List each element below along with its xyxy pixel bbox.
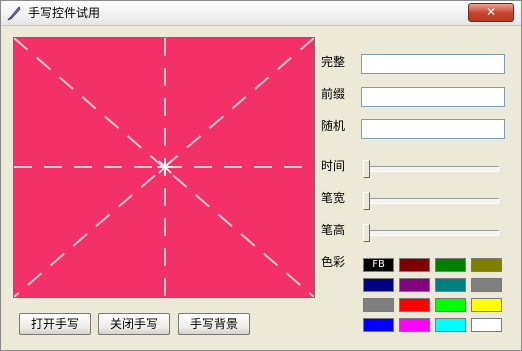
close-button[interactable]: ✕ bbox=[468, 3, 514, 22]
random-input[interactable] bbox=[361, 119, 505, 139]
time-label: 时间 bbox=[321, 159, 346, 173]
title-bar: 手写控件试用 ✕ bbox=[1, 1, 521, 26]
color-swatch[interactable] bbox=[471, 258, 502, 272]
handwriting-canvas[interactable] bbox=[13, 37, 315, 298]
window-title: 手写控件试用 bbox=[28, 6, 101, 20]
pen-height-label: 笔高 bbox=[321, 223, 346, 237]
color-swatch[interactable] bbox=[399, 278, 430, 292]
time-slider[interactable] bbox=[363, 160, 499, 178]
color-swatch[interactable] bbox=[435, 258, 466, 272]
selected-color-label: FB bbox=[372, 259, 385, 270]
close-handwriting-button[interactable]: 关闭手写 bbox=[98, 313, 170, 335]
pen-width-label: 笔宽 bbox=[321, 191, 346, 205]
close-icon: ✕ bbox=[485, 5, 497, 19]
complete-input[interactable] bbox=[361, 54, 505, 74]
color-swatch[interactable] bbox=[399, 258, 430, 272]
color-swatch[interactable] bbox=[471, 318, 502, 332]
prefix-input[interactable] bbox=[361, 87, 505, 107]
handwriting-background-button[interactable]: 手写背景 bbox=[178, 313, 250, 335]
color-swatch[interactable] bbox=[435, 318, 466, 332]
app-window: 手写控件试用 ✕ 完整 前缀 随机 时间 笔宽 笔高 色彩 FB 打开手写 关闭… bbox=[0, 0, 522, 351]
guide-lines bbox=[14, 38, 314, 297]
open-handwriting-button[interactable]: 打开手写 bbox=[19, 313, 91, 335]
slider-track bbox=[367, 166, 499, 172]
complete-label: 完整 bbox=[321, 55, 346, 69]
color-swatch[interactable] bbox=[363, 278, 394, 292]
color-swatch[interactable]: FB bbox=[363, 258, 394, 272]
slider-thumb[interactable] bbox=[363, 160, 370, 178]
prefix-label: 前缀 bbox=[321, 87, 346, 101]
slider-track bbox=[367, 198, 499, 204]
color-swatch[interactable] bbox=[363, 298, 394, 312]
feather-pen-icon bbox=[7, 6, 21, 21]
color-swatch[interactable] bbox=[471, 298, 502, 312]
color-swatch[interactable] bbox=[399, 318, 430, 332]
slider-thumb[interactable] bbox=[363, 192, 370, 210]
pen-width-slider[interactable] bbox=[363, 192, 499, 210]
color-label: 色彩 bbox=[321, 255, 346, 269]
slider-thumb[interactable] bbox=[363, 224, 370, 242]
slider-track bbox=[367, 230, 499, 236]
color-swatch[interactable] bbox=[435, 298, 466, 312]
color-swatch[interactable] bbox=[471, 278, 502, 292]
color-swatch[interactable] bbox=[435, 278, 466, 292]
color-swatch[interactable] bbox=[399, 298, 430, 312]
random-label: 随机 bbox=[321, 119, 346, 133]
color-swatch[interactable] bbox=[363, 318, 394, 332]
pen-height-slider[interactable] bbox=[363, 224, 499, 242]
